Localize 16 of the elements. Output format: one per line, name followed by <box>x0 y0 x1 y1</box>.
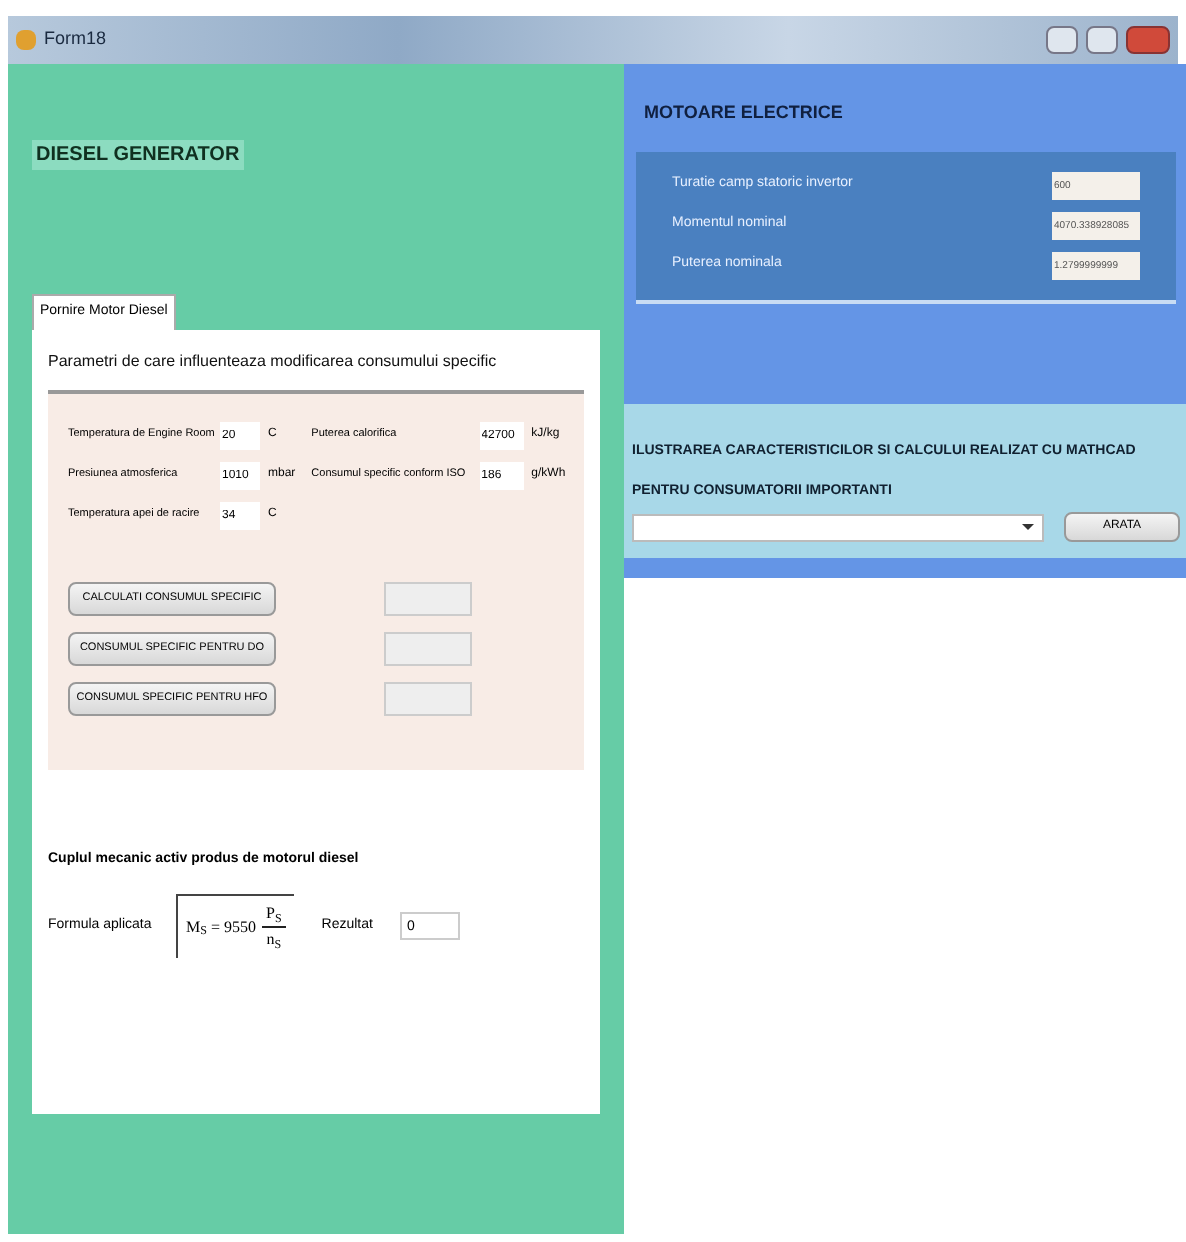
formula-numerator: P$_{S}$ <box>261 902 286 928</box>
consumer-dropdown[interactable] <box>632 513 1044 541</box>
maximize-button[interactable] <box>1086 26 1118 54</box>
formula-denominator: n$_{S}$ <box>266 928 282 952</box>
result-field[interactable] <box>384 631 472 665</box>
dropdown-arrow-icon <box>1022 524 1034 530</box>
app-icon <box>16 30 36 50</box>
formula-text: M$_{S}$ = 9550 <box>186 915 256 939</box>
result-field[interactable] <box>384 681 472 715</box>
result-field[interactable] <box>384 581 472 615</box>
group-title: Parametri de care influenteaza modificarea consumului specific <box>48 349 499 373</box>
window-title: Form18 <box>44 26 107 53</box>
minimize-button[interactable] <box>1046 26 1078 54</box>
close-button[interactable] <box>1126 26 1170 54</box>
section-title: MOTOARE ELECTRICE <box>644 100 845 126</box>
section-title: DIESEL GENERATOR <box>32 140 244 170</box>
